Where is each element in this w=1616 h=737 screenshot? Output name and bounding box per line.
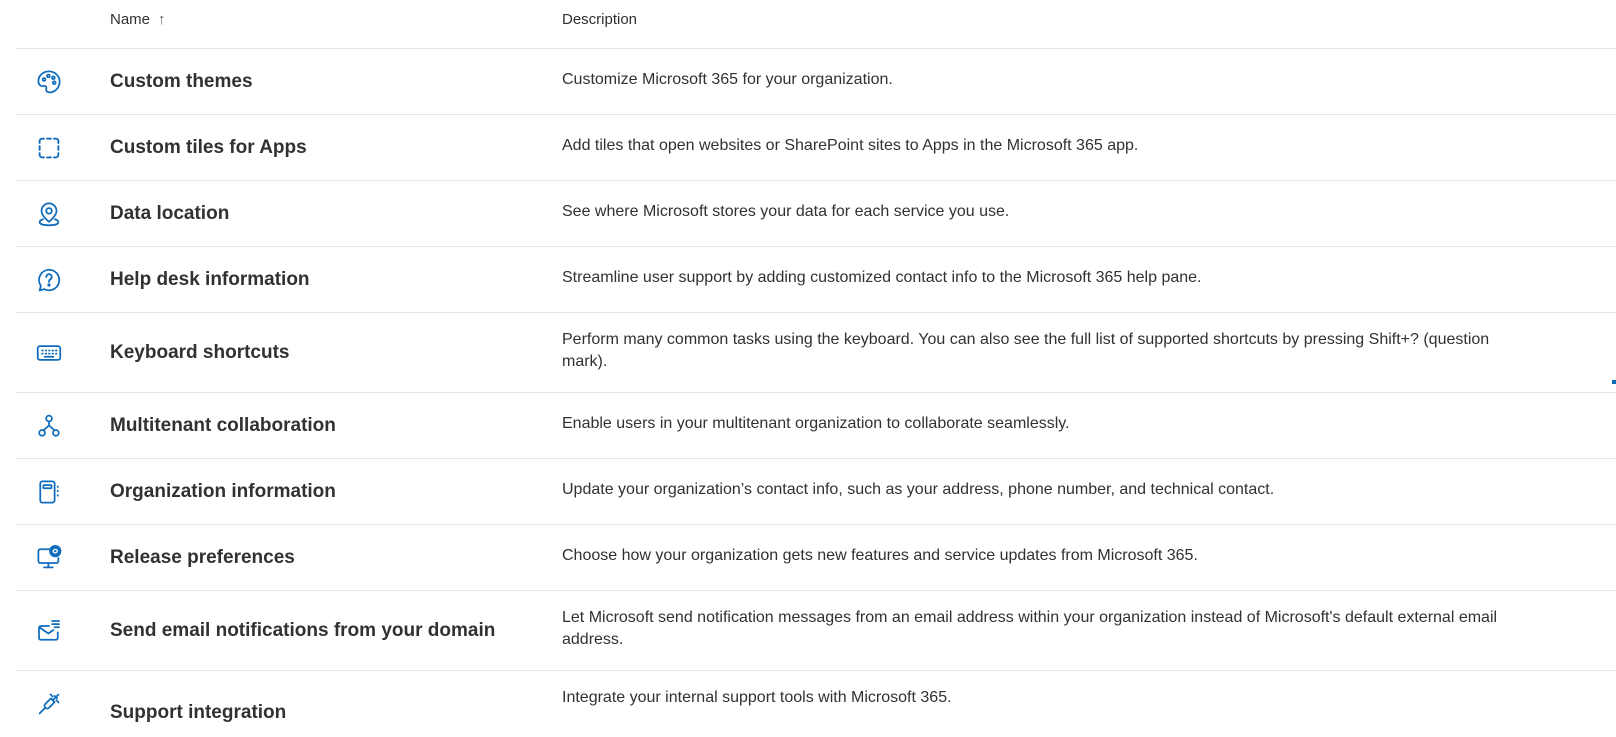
setting-description: Choose how your organization gets new fe…: [562, 546, 1198, 564]
table-row[interactable]: Custom tiles for Apps Add tiles that ope…: [16, 115, 1616, 181]
column-header-description[interactable]: Description: [562, 0, 637, 40]
setting-name[interactable]: Send email notifications from your domai…: [110, 620, 495, 642]
setting-description: Perform many common tasks using the keyb…: [562, 331, 1490, 370]
table-row[interactable]: Custom themes Customize Microsoft 365 fo…: [16, 49, 1616, 115]
table-row[interactable]: Organization information Update your org…: [16, 459, 1616, 525]
setting-description: Customize Microsoft 365 for your organiz…: [562, 70, 893, 88]
location-pin-icon: [34, 199, 64, 229]
dashed-square-icon: [34, 133, 64, 163]
table-header: Name ↑ Description: [16, 0, 1616, 49]
scroll-indicator: [1612, 380, 1616, 384]
table-row[interactable]: Support integration Integrate your inter…: [16, 671, 1616, 731]
palette-icon: [34, 67, 64, 97]
table-row[interactable]: Data location See where Microsoft stores…: [16, 181, 1616, 247]
setting-description: Add tiles that open websites or SharePoi…: [562, 136, 1139, 154]
mail-notification-icon: [34, 616, 64, 646]
table-row[interactable]: Release preferences Choose how your orga…: [16, 525, 1616, 591]
setting-description: See where Microsoft stores your data for…: [562, 202, 1010, 220]
plug-icon: [34, 689, 64, 719]
setting-description: Streamline user support by adding custom…: [562, 268, 1202, 286]
setting-name[interactable]: Organization information: [110, 481, 336, 503]
setting-name[interactable]: Data location: [110, 203, 229, 225]
setting-description: Update your organization’s contact info,…: [562, 480, 1275, 498]
sort-ascending-icon: ↑: [158, 11, 166, 28]
table-row[interactable]: Multitenant collaboration Enable users i…: [16, 393, 1616, 459]
org-network-icon: [34, 411, 64, 441]
setting-name[interactable]: Keyboard shortcuts: [110, 342, 289, 364]
help-chat-icon: [34, 265, 64, 295]
keyboard-icon: [34, 338, 64, 368]
settings-page: Name ↑ Description Custom themes Customiz…: [0, 0, 1616, 737]
setting-name[interactable]: Support integration: [110, 702, 286, 724]
table-row[interactable]: Keyboard shortcuts Perform many common t…: [16, 313, 1616, 393]
column-header-name-label: Name: [110, 11, 151, 28]
setting-name[interactable]: Custom themes: [110, 71, 253, 93]
org-info-icon: [34, 477, 64, 507]
setting-description: Integrate your internal support tools wi…: [562, 689, 952, 706]
settings-list: Custom themes Customize Microsoft 365 fo…: [16, 49, 1616, 731]
setting-name[interactable]: Custom tiles for Apps: [110, 137, 307, 159]
setting-name[interactable]: Release preferences: [110, 547, 295, 569]
setting-name[interactable]: Help desk information: [110, 269, 310, 291]
desktop-update-icon: [34, 543, 64, 573]
table-row[interactable]: Send email notifications from your domai…: [16, 591, 1616, 671]
table-row[interactable]: Help desk information Streamline user su…: [16, 247, 1616, 313]
column-header-name[interactable]: Name ↑: [110, 0, 166, 40]
setting-description: Let Microsoft send notification messages…: [562, 609, 1498, 648]
setting-description: Enable users in your multitenant organiz…: [562, 414, 1070, 432]
setting-name[interactable]: Multitenant collaboration: [110, 415, 336, 437]
